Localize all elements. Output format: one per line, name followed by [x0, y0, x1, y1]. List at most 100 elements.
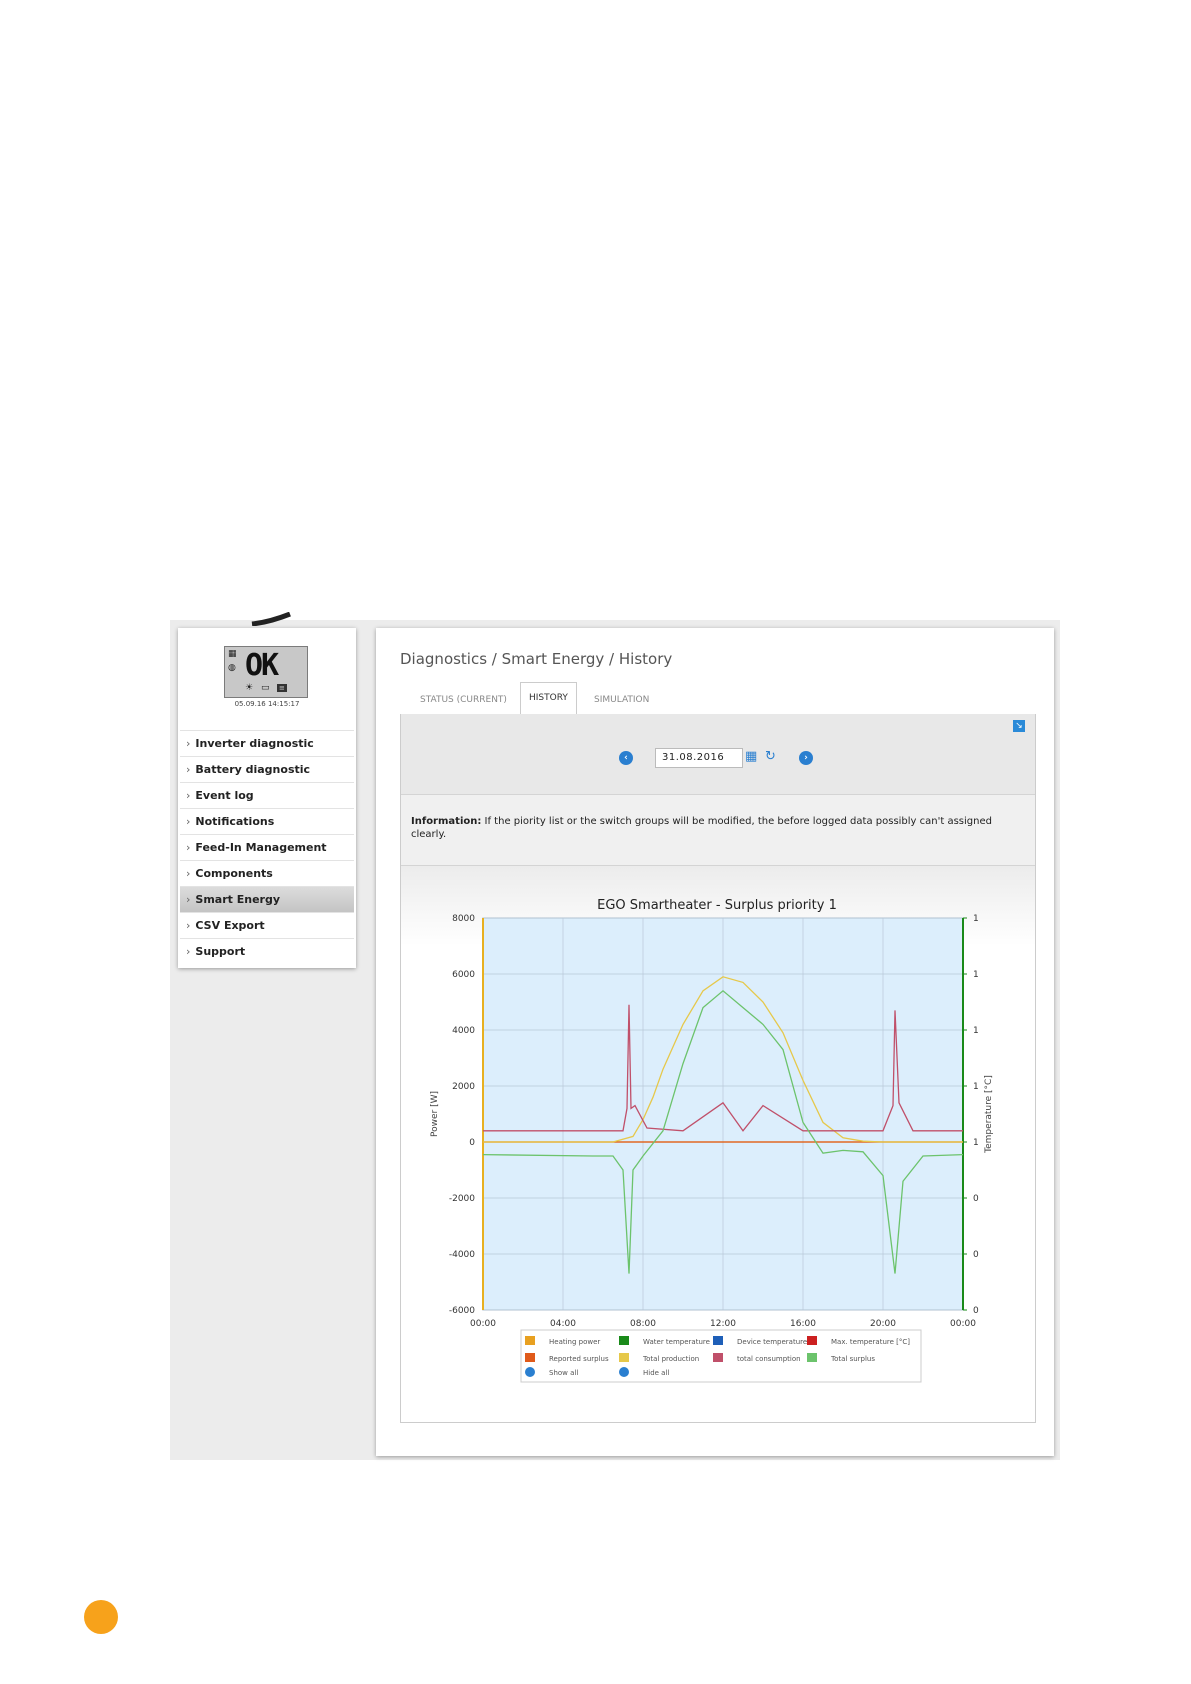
legend-label: Heating power — [549, 1338, 600, 1346]
y2-tick-label: 0 — [973, 1250, 979, 1260]
device-timestamp: 05.09.16 14:15:17 — [234, 700, 300, 708]
legend-swatch — [713, 1353, 723, 1362]
sidebar-item-label: Smart Energy — [195, 893, 281, 906]
chevron-right-icon: › — [186, 893, 191, 906]
sidebar-item-label: Battery diagnostic — [195, 763, 311, 776]
sidebar-item-smart-energy[interactable]: › Smart Energy — [180, 886, 354, 912]
chevron-left-icon: ‹ — [624, 753, 628, 763]
x-tick-label: 08:00 — [630, 1319, 656, 1329]
legend-swatch — [525, 1353, 535, 1362]
history-chart: EGO Smartheater - Surplus priority 1 800… — [430, 898, 994, 1383]
legend-swatch — [713, 1336, 723, 1345]
refresh-icon[interactable]: ↻ — [765, 749, 776, 764]
info-text: If the piority list or the switch groups… — [411, 816, 992, 840]
sidebar-item-notifications[interactable]: › Notifications — [180, 808, 354, 834]
y2-tick-label: 0 — [973, 1306, 979, 1316]
sidebar-item-event-log[interactable]: › Event log — [180, 782, 354, 808]
next-day-button[interactable]: › — [799, 751, 813, 765]
legend-label: Water temperature — [643, 1338, 710, 1346]
sidebar-item-label: CSV Export — [195, 919, 265, 932]
sidebar-item-feed-in-management[interactable]: › Feed-In Management — [180, 834, 354, 860]
x-tick-label: 20:00 — [870, 1319, 896, 1329]
chevron-right-icon: › — [186, 945, 191, 958]
chart-legend: Heating power Water temperature Device tem… — [520, 1329, 922, 1383]
legend-swatch — [807, 1353, 817, 1362]
legend-label: total consumption — [737, 1355, 801, 1363]
sidebar-item-support[interactable]: › Support — [180, 938, 354, 964]
info-bar: Information: If the piority list or the … — [401, 795, 1035, 866]
expand-icon[interactable]: ↘ — [1013, 720, 1025, 732]
legend-label: Total surplus — [830, 1355, 875, 1363]
y2-axis-label: Temperature [°C] — [984, 1075, 994, 1154]
legend-label: Device temperature — [737, 1338, 807, 1346]
y-tick-label: 8000 — [452, 914, 475, 924]
sidebar-item-label: Feed-In Management — [195, 841, 327, 854]
y2-tick-label: 1 — [973, 1026, 979, 1036]
legend-swatch — [619, 1336, 629, 1345]
chart-title: EGO Smartheater - Surplus priority 1 — [597, 898, 837, 913]
meter-icon: ≡ — [277, 684, 287, 692]
calendar-icon[interactable]: ▦ — [745, 749, 757, 764]
legend-label: Max. temperature [°C] — [831, 1338, 910, 1346]
x-tick-label: 00:00 — [950, 1319, 976, 1329]
y-tick-label: 4000 — [452, 1026, 475, 1036]
date-input[interactable]: 31.08.2016 — [655, 748, 743, 768]
y-tick-label: -2000 — [449, 1194, 475, 1204]
chevron-right-icon: › — [186, 867, 191, 880]
y2-tick-label: 1 — [973, 1082, 979, 1092]
eye-icon — [525, 1367, 535, 1377]
chevron-right-icon: › — [186, 841, 191, 854]
sun-icon: ☀ — [245, 683, 254, 693]
tab-bar: STATUS (CURRENT) HISTORY SIMULATION — [400, 682, 1034, 715]
info-label: Information: — [411, 816, 482, 827]
chevron-right-icon: › — [186, 815, 191, 828]
date-toolbar: ↘ ‹ 31.08.2016 ▦ ↻ › — [401, 714, 1035, 795]
grid-icon: ▦ — [228, 649, 237, 659]
sidebar-item-csv-export[interactable]: › CSV Export — [180, 912, 354, 938]
sidebar-item-components[interactable]: › Components — [180, 860, 354, 886]
x-tick-label: 04:00 — [550, 1319, 576, 1329]
x-tick-label: 16:00 — [790, 1319, 816, 1329]
chart-area: EGO Smartheater - Surplus priority 1 800… — [401, 866, 1035, 1422]
eye-off-icon — [619, 1367, 629, 1377]
dark-curve-decoration — [251, 612, 291, 626]
sidebar-item-inverter-diagnostic[interactable]: › Inverter diagnostic — [180, 730, 354, 756]
show-all-link[interactable]: Show all — [549, 1369, 578, 1377]
chevron-right-icon: › — [186, 737, 191, 750]
chevron-right-icon: › — [186, 763, 191, 776]
hide-all-link[interactable]: Hide all — [643, 1369, 669, 1377]
chevron-right-icon: › — [186, 919, 191, 932]
tab-history[interactable]: HISTORY — [520, 682, 577, 715]
chevron-right-icon: › — [804, 753, 808, 763]
legend-label: Total production — [642, 1355, 699, 1363]
sidebar: ▦ ◍ OK ☀ ▭ ≡ 05.09.16 14:15:17 › Inverter… — [178, 628, 356, 968]
main-panel: Diagnostics / Smart Energy / History STA… — [376, 628, 1054, 1456]
prev-day-button[interactable]: ‹ — [619, 751, 633, 765]
page-title: Diagnostics / Smart Energy / History — [400, 650, 673, 668]
sidebar-item-label: Notifications — [195, 815, 275, 828]
x-tick-label: 12:00 — [710, 1319, 736, 1329]
sidebar-item-label: Support — [195, 945, 246, 958]
legend-label: Reported surplus — [549, 1355, 609, 1363]
page-marker-dot — [84, 1600, 118, 1634]
y-tick-label: 0 — [469, 1138, 475, 1148]
sidebar-item-label: Components — [195, 867, 273, 880]
device-display: ▦ ◍ OK ☀ ▭ ≡ — [224, 646, 308, 698]
sidebar-item-label: Inverter diagnostic — [195, 737, 314, 750]
info-message: Information: If the piority list or the … — [411, 815, 1021, 841]
y-tick-label: 6000 — [452, 970, 475, 980]
y-tick-label: 2000 — [452, 1082, 475, 1092]
battery-icon: ▭ — [261, 683, 270, 693]
chevron-right-icon: › — [186, 789, 191, 802]
tab-simulation[interactable]: SIMULATION — [586, 686, 657, 714]
y-tick-label: -4000 — [449, 1250, 475, 1260]
sidebar-item-label: Event log — [195, 789, 254, 802]
y2-tick-label: 1 — [973, 914, 979, 924]
y-axis-label: Power [W] — [430, 1091, 440, 1137]
legend-swatch — [619, 1353, 629, 1362]
legend-swatch — [807, 1336, 817, 1345]
x-tick-label: 00:00 — [470, 1319, 496, 1329]
globe-icon: ◍ — [228, 663, 236, 673]
tab-status-current[interactable]: STATUS (CURRENT) — [412, 686, 515, 714]
sidebar-item-battery-diagnostic[interactable]: › Battery diagnostic — [180, 756, 354, 782]
